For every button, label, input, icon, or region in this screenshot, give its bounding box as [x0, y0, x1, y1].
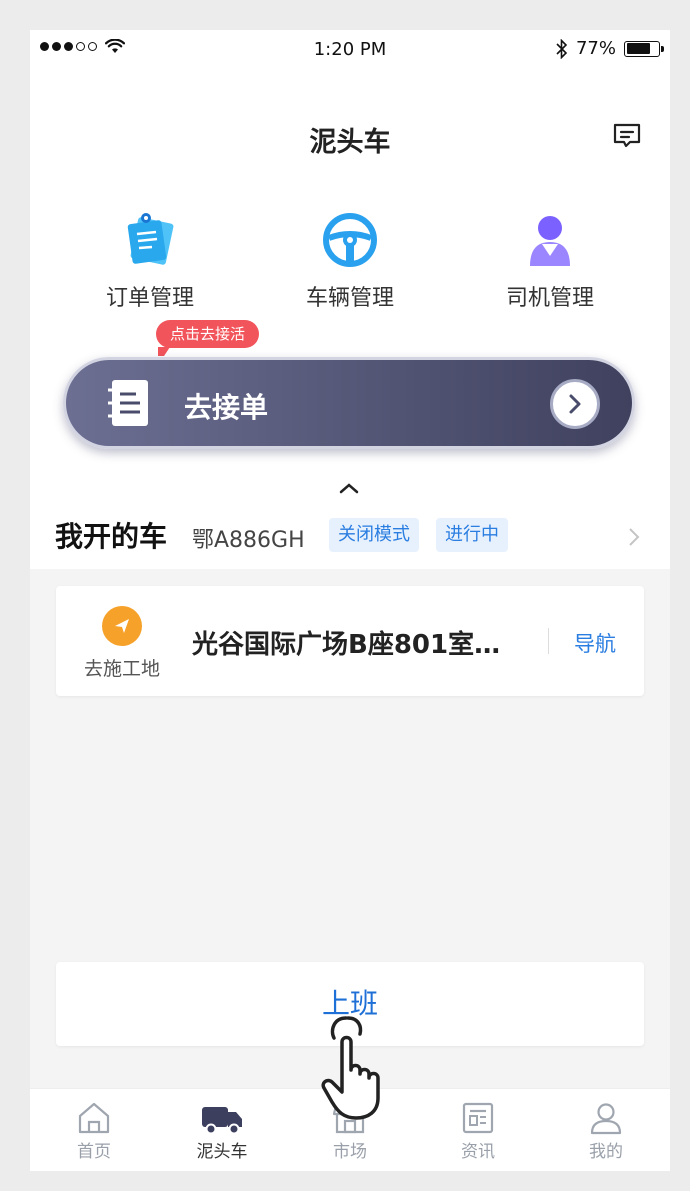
bluetooth-icon [556, 38, 568, 59]
promo-bubble: 点击去接活 [156, 320, 260, 356]
tab-label: 资讯 [461, 1142, 495, 1162]
shortcut-label: 车辆管理 [305, 286, 394, 311]
my-car-section[interactable]: 我开的车 鄂A886GH 关闭模式 进行中 [30, 467, 670, 569]
navigate-button[interactable]: 导航 [574, 628, 616, 658]
order-icon [127, 213, 174, 265]
chevron-up-icon[interactable] [338, 481, 360, 495]
shortcut-label: 司机管理 [505, 286, 594, 311]
shortcut-label: 订单管理 [105, 286, 194, 311]
notebook-icon [108, 380, 148, 426]
tap-hand-icon [321, 1016, 380, 1120]
status-badge: 进行中 [436, 518, 508, 552]
tab-news[interactable]: 资讯 [414, 1101, 542, 1162]
battery-fill [626, 43, 651, 54]
shortcut-order-management[interactable]: 订单管理 [70, 210, 230, 312]
driver-icon [530, 216, 570, 266]
phone-screen: 1:20 PM 77% 泥头车 订单管理 车辆管理 司机管理 点击去接活 去接单… [30, 30, 670, 1171]
tab-profile[interactable]: 我的 [542, 1101, 670, 1162]
battery-icon [624, 40, 664, 57]
plate-number: 鄂A886GH [192, 528, 305, 553]
profile-icon [590, 1103, 622, 1135]
destination-card: 去施工地 光谷国际广场B座801室… 导航 [56, 586, 644, 696]
tab-label: 首页 [77, 1142, 111, 1162]
destination-label: 去施工地 [83, 658, 160, 680]
status-bar: 1:20 PM 77% [30, 30, 670, 70]
send-icon [102, 606, 142, 646]
tab-home[interactable]: 首页 [30, 1101, 158, 1162]
tab-label: 市场 [333, 1142, 367, 1162]
chevron-right-icon[interactable] [628, 527, 640, 547]
news-icon [462, 1102, 494, 1134]
mode-badge: 关闭模式 [329, 518, 419, 552]
shortcut-vehicle-management[interactable]: 车辆管理 [270, 210, 430, 312]
destination-address: 光谷国际广场B座801室… [192, 630, 501, 660]
battery-percent: 77% [575, 38, 616, 59]
tab-truck[interactable]: 泥头车 [158, 1101, 286, 1162]
tab-label: 泥头车 [196, 1142, 248, 1162]
take-order-button[interactable]: 去接单 [63, 357, 635, 449]
my-car-title: 我开的车 [55, 520, 168, 553]
truck-icon [202, 1107, 242, 1135]
page-title: 泥头车 [309, 127, 391, 158]
tab-label: 我的 [589, 1142, 623, 1162]
steering-wheel-icon [323, 213, 377, 267]
message-icon[interactable] [612, 122, 642, 150]
chevron-right-icon [550, 379, 600, 429]
divider [548, 628, 549, 654]
take-order-label: 去接单 [184, 391, 269, 424]
top-panel: 泥头车 订单管理 车辆管理 司机管理 点击去接活 去接单 [30, 70, 670, 480]
status-right: 77% [556, 38, 664, 59]
home-icon [78, 1102, 110, 1134]
shortcut-driver-management[interactable]: 司机管理 [470, 210, 630, 312]
